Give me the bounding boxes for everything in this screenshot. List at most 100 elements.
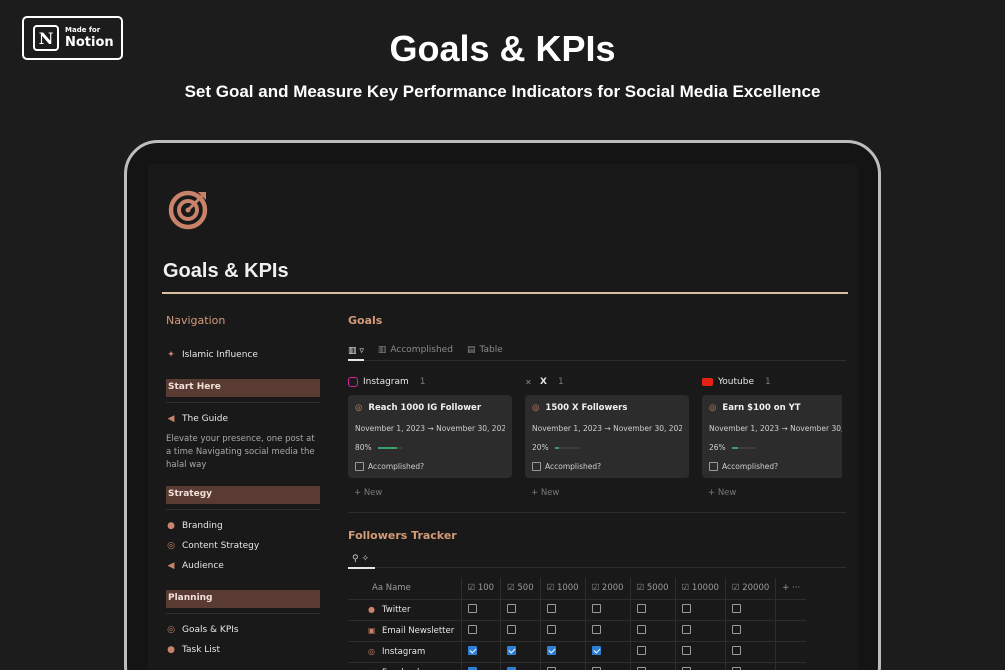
milestone-checkbox[interactable] xyxy=(546,603,556,613)
milestone-checkbox[interactable] xyxy=(507,645,517,655)
checkbox-label: Accomplished? xyxy=(722,462,779,471)
milestone-checkbox[interactable] xyxy=(591,666,601,670)
column-header-name[interactable]: Aa Name xyxy=(348,578,462,600)
checkbox-prop-icon: ☑ xyxy=(467,583,476,594)
tracker-table: Aa Name ☑ 100 ☑ 500 ☑ 1000 ☑ 2000 ☑ 5000 ☑ 10… xyxy=(348,578,807,670)
new-card-button[interactable]: + New xyxy=(354,488,512,498)
column-header-500[interactable]: ☑ 500 xyxy=(500,578,541,600)
tracker-title: Followers Tracker xyxy=(348,529,457,542)
milestone-checkbox[interactable] xyxy=(546,645,556,655)
milestone-checkbox[interactable] xyxy=(731,624,741,634)
column-header-1000[interactable]: ☑ 1000 xyxy=(540,578,586,600)
notion-page: Goals & KPIs Navigation ✦ Islamic Influe… xyxy=(148,164,858,670)
progress-bar xyxy=(731,446,756,449)
main-content: Goals ▥ ▿ ▥ Accomplished ▤ Table Instagr… xyxy=(348,314,846,670)
nav-item-label: Islamic Influence xyxy=(182,350,258,360)
nav-item-islamic-influence[interactable]: ✦ Islamic Influence xyxy=(166,345,320,365)
milestone-checkbox[interactable] xyxy=(636,645,646,655)
column-header-2000[interactable]: ☑ 2000 xyxy=(585,578,631,600)
column-header-100[interactable]: ☑ 100 xyxy=(461,578,502,600)
checkbox-prop-icon: ☑ xyxy=(546,583,555,594)
nav-item-label: Task List xyxy=(182,645,221,655)
add-column-button[interactable]: + ··· xyxy=(775,578,807,600)
milestone-checkbox[interactable] xyxy=(507,603,517,613)
mailbox-icon: ▣ xyxy=(368,625,376,635)
goal-card[interactable]: ◎ Reach 1000 IG Follower November 1, 2023… xyxy=(348,395,512,478)
checkbox-prop-icon: ☑ xyxy=(636,583,645,594)
milestone-checkbox[interactable] xyxy=(636,666,646,670)
column-header-5000[interactable]: ☑ 5000 xyxy=(630,578,676,600)
nav-item-goals-kpis[interactable]: ◎ Goals & KPIs xyxy=(166,620,320,640)
card-date: November 1, 2023 → November 30, 2023 xyxy=(355,424,505,433)
megaphone-icon: ✦ xyxy=(167,350,175,360)
board-icon: ▥ ▿ xyxy=(348,346,364,356)
card-title: Earn $100 on YT xyxy=(722,403,801,413)
accomplished-checkbox[interactable] xyxy=(709,462,718,471)
milestone-checkbox[interactable] xyxy=(591,603,601,613)
target-icon: ◎ xyxy=(355,403,363,413)
milestone-checkbox[interactable] xyxy=(681,645,691,655)
tab-label: Accomplished xyxy=(390,345,453,355)
instagram-icon xyxy=(348,377,358,387)
nav-item-the-guide[interactable]: ◀ The Guide xyxy=(166,409,320,429)
new-card-button[interactable]: + New xyxy=(531,488,689,498)
row-name: Instagram xyxy=(382,646,426,657)
tab-board[interactable]: ▥ ▿ xyxy=(348,346,364,361)
row-name: Twitter xyxy=(382,604,411,615)
tab-table[interactable]: ▤ Table xyxy=(467,345,503,355)
milestone-checkbox[interactable] xyxy=(546,624,556,634)
milestone-checkbox[interactable] xyxy=(591,624,601,634)
milestone-checkbox[interactable] xyxy=(636,624,646,634)
progress-label: 80% xyxy=(355,443,372,452)
checkbox-prop-icon: ☑ xyxy=(591,583,600,594)
accomplished-checkbox[interactable] xyxy=(532,462,541,471)
progress-bar xyxy=(377,446,402,449)
new-card-button[interactable]: + New xyxy=(708,488,842,498)
nav-item-audience[interactable]: ◀ Audience xyxy=(166,556,320,576)
table-row[interactable]: ▣ Email Newsletter xyxy=(348,620,807,642)
youtube-icon xyxy=(702,378,713,386)
nav-item-label: The Guide xyxy=(182,414,229,424)
milestone-checkbox[interactable] xyxy=(731,666,741,670)
tab-accomplished[interactable]: ▥ Accomplished xyxy=(378,345,453,355)
goal-card[interactable]: ◎ Earn $100 on YT November 1, 2023 → Nove… xyxy=(702,395,842,478)
milestone-checkbox[interactable] xyxy=(467,645,477,655)
palette-icon: ● xyxy=(167,521,175,531)
nav-item-task-list[interactable]: ● Task List xyxy=(166,640,320,660)
accomplished-checkbox[interactable] xyxy=(355,462,364,471)
sidebar: Navigation ✦ Islamic Influence Start Her… xyxy=(166,314,320,660)
table-row[interactable]: ◎ Instagram xyxy=(348,641,807,663)
row-name: Email Newsletter xyxy=(382,625,455,636)
milestone-checkbox[interactable] xyxy=(507,666,517,670)
column-header-10000[interactable]: ☑ 10000 xyxy=(675,578,726,600)
column-header-20000[interactable]: ☑ 20000 xyxy=(725,578,777,600)
milestone-checkbox[interactable] xyxy=(731,603,741,613)
milestone-checkbox[interactable] xyxy=(591,645,601,655)
nav-item-label: Audience xyxy=(182,561,224,571)
column-count: 1 xyxy=(557,377,564,387)
milestone-checkbox[interactable] xyxy=(731,645,741,655)
tracker-view-tabs: ⚲ ✧ xyxy=(348,554,846,569)
milestone-checkbox[interactable] xyxy=(636,603,646,613)
milestone-checkbox[interactable] xyxy=(681,624,691,634)
milestone-checkbox[interactable] xyxy=(467,624,477,634)
checkbox-label: Accomplished? xyxy=(368,462,425,471)
nav-item-content-strategy[interactable]: ◎ Content Strategy xyxy=(166,536,320,556)
milestone-checkbox[interactable] xyxy=(681,666,691,670)
goal-card[interactable]: ◎ 1500 X Followers November 1, 2023 → Nov… xyxy=(525,395,689,478)
board-column-instagram: Instagram 1 ◎ Reach 1000 IG Follower Nove… xyxy=(348,373,512,498)
nav-item-branding[interactable]: ● Branding xyxy=(166,516,320,536)
table-row[interactable]: ●Facebook xyxy=(348,662,807,670)
goals-board: Instagram 1 ◎ Reach 1000 IG Follower Nove… xyxy=(348,373,846,498)
milestone-checkbox[interactable] xyxy=(546,666,556,670)
milestone-checkbox[interactable] xyxy=(681,603,691,613)
milestone-checkbox[interactable] xyxy=(467,666,477,670)
tab-tracker-default[interactable]: ⚲ ✧ xyxy=(348,554,375,569)
progress-label: 20% xyxy=(532,443,549,452)
table-row[interactable]: ● Twitter xyxy=(348,599,807,621)
title-divider xyxy=(162,292,848,294)
checkbox-prop-icon: ☑ xyxy=(681,583,690,594)
milestone-checkbox[interactable] xyxy=(507,624,517,634)
milestone-checkbox[interactable] xyxy=(467,603,477,613)
target-icon: ◎ xyxy=(167,625,175,635)
